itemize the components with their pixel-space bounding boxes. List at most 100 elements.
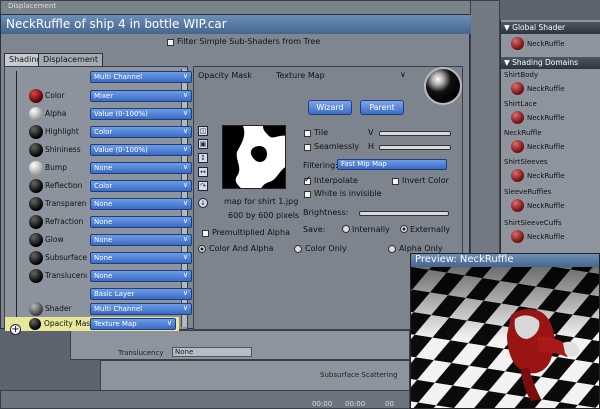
- tile-checkbox[interactable]: [304, 130, 311, 137]
- alpha-only-radio[interactable]: [388, 245, 396, 253]
- background-translucency-label: Translucency: [118, 349, 164, 357]
- node-select[interactable]: Value (0-100%): [90, 144, 192, 156]
- domain-shader[interactable]: NeckRuffle: [527, 172, 565, 180]
- h-label: H: [368, 142, 375, 151]
- node-select[interactable]: Texture Map: [90, 318, 176, 330]
- domain-name[interactable]: SleeveRuffles: [504, 188, 551, 196]
- channel-label: Opacity Mask: [198, 71, 252, 80]
- h-slider[interactable]: [379, 145, 451, 150]
- shader-ball-icon: [511, 140, 524, 153]
- filter-label: Filter Simple Sub-Shaders from Tree: [177, 37, 321, 46]
- node-select[interactable]: Value (0-100%): [90, 108, 192, 120]
- node-select[interactable]: None: [90, 216, 192, 228]
- shader-ball-icon: [511, 169, 524, 182]
- node-row-opacity-mask[interactable]: Opacity Mask Texture Map: [5, 317, 179, 331]
- arrow-down-icon[interactable]: ↓: [198, 198, 208, 208]
- background-time-2: 00:00: [345, 400, 366, 408]
- node-select[interactable]: None: [90, 252, 192, 264]
- domain-shader[interactable]: NeckRuffle: [527, 85, 565, 93]
- domain-shader[interactable]: NeckRuffle: [527, 202, 565, 210]
- save-externally-radio[interactable]: [400, 225, 408, 233]
- save-label: Save:: [303, 225, 326, 234]
- seamlessly-checkbox[interactable]: [304, 144, 311, 151]
- white-invisible-checkbox[interactable]: [304, 191, 311, 198]
- domain-name[interactable]: NeckRuffle: [504, 129, 542, 137]
- preview-title[interactable]: Preview: NeckRuffle: [411, 254, 599, 267]
- sphere-icon: [29, 161, 43, 175]
- rotate-icon[interactable]: ↷: [198, 181, 208, 191]
- color-and-alpha-label: Color And Alpha: [209, 244, 274, 253]
- color-and-alpha-radio[interactable]: [198, 245, 206, 253]
- node-row-glow[interactable]: Glow None: [23, 231, 192, 249]
- color-only-label: Color Only: [305, 244, 347, 253]
- brightness-slider[interactable]: [359, 211, 449, 216]
- node-label: Bump: [45, 163, 67, 172]
- collapse-triangle-icon: ▼: [504, 58, 513, 67]
- node-select[interactable]: None: [90, 198, 192, 210]
- open-folder-icon[interactable]: ◫: [198, 126, 208, 136]
- node-label: Shader: [45, 304, 72, 313]
- node-row-multichannel[interactable]: Multi Channel: [23, 68, 192, 86]
- color-only-radio[interactable]: [294, 245, 302, 253]
- white-invisible-label: White is invisible: [314, 189, 382, 198]
- sphere-icon: [29, 179, 43, 193]
- node-select[interactable]: Color: [90, 126, 192, 138]
- node-select[interactable]: Basic Layer: [90, 288, 192, 300]
- invert-color-checkbox[interactable]: [392, 178, 399, 185]
- sphere-icon: [29, 125, 43, 139]
- domain-name[interactable]: ShirtSleeveCuffs: [504, 219, 562, 227]
- node-row-highlight[interactable]: Highlight Color: [23, 123, 192, 141]
- node-label: Color: [45, 91, 65, 100]
- v-slider[interactable]: [379, 131, 451, 136]
- background-time-1: 00:00: [312, 400, 333, 408]
- image-icon[interactable]: ▣: [198, 139, 208, 149]
- node-row-refraction[interactable]: Refraction None: [23, 213, 192, 231]
- node-select[interactable]: None: [90, 270, 192, 282]
- texture-dimensions: 600 by 600 pixels: [228, 211, 300, 220]
- shader-ball-icon: [511, 111, 524, 124]
- add-node-icon[interactable]: +: [10, 324, 21, 335]
- filtering-select[interactable]: Fast Mip Map: [337, 159, 447, 170]
- save-internally-radio[interactable]: [342, 225, 350, 233]
- shader-tree-panel: Multi Channel Color Mixer Alpha Value (0…: [4, 66, 192, 331]
- filter-checkbox[interactable]: [167, 39, 174, 46]
- node-row-shininess[interactable]: Shininess Value (0-100%): [23, 141, 192, 159]
- node-select[interactable]: Multi Channel: [90, 71, 192, 83]
- node-row-transparency[interactable]: Transparency None: [23, 195, 192, 213]
- brightness-label: Brightness:: [303, 208, 349, 217]
- node-row-shader[interactable]: Shader Multi Channel: [23, 300, 192, 318]
- node-select[interactable]: None: [90, 234, 192, 246]
- flip-vertical-icon[interactable]: ↕: [198, 153, 208, 163]
- global-shader-header[interactable]: ▼ Global Shader: [501, 22, 600, 34]
- node-row-bump[interactable]: Bump None: [23, 159, 192, 177]
- node-select[interactable]: Multi Channel: [90, 303, 192, 315]
- node-row-color[interactable]: Color Mixer: [23, 87, 192, 105]
- domain-name[interactable]: ShirtBody: [504, 71, 538, 79]
- node-select[interactable]: None: [90, 162, 192, 174]
- editor-title[interactable]: NeckRuffle of ship 4 in bottle WIP.car: [1, 15, 471, 34]
- domain-shader[interactable]: NeckRuffle: [527, 114, 565, 122]
- seamlessly-label: Seamlessly: [314, 142, 360, 151]
- node-row-reflection[interactable]: Reflection Color: [23, 177, 192, 195]
- node-row-translucency[interactable]: Translucency None: [23, 267, 192, 285]
- domain-name[interactable]: ShirtSleeves: [504, 158, 548, 166]
- shading-domains-header[interactable]: ▼ Shading Domains: [501, 57, 600, 69]
- tab-displacement[interactable]: Displacement: [38, 53, 103, 66]
- domain-shader[interactable]: NeckRuffle: [527, 233, 565, 241]
- node-row-subsurface[interactable]: Subsurface Sc None: [23, 249, 192, 267]
- type-dropdown-icon[interactable]: ∨: [400, 70, 406, 79]
- interpolate-checkbox[interactable]: ✓: [304, 175, 312, 185]
- node-select[interactable]: Color: [90, 180, 192, 192]
- tile-label: Tile: [314, 128, 329, 137]
- alpha-only-label: Alpha Only: [399, 244, 443, 253]
- domain-name[interactable]: ShirtLace: [504, 100, 537, 108]
- node-label: Refraction: [45, 217, 84, 226]
- wizard-button[interactable]: Wizard: [308, 100, 352, 115]
- domain-shader[interactable]: NeckRuffle: [527, 143, 565, 151]
- flip-horizontal-icon[interactable]: ↔: [198, 167, 208, 177]
- node-row-alpha[interactable]: Alpha Value (0-100%): [23, 105, 192, 123]
- premultiplied-alpha-checkbox[interactable]: [202, 230, 209, 237]
- global-shader-item[interactable]: NeckRuffle: [527, 40, 565, 48]
- node-select[interactable]: Mixer: [90, 90, 192, 102]
- parent-button[interactable]: Parent: [360, 100, 404, 115]
